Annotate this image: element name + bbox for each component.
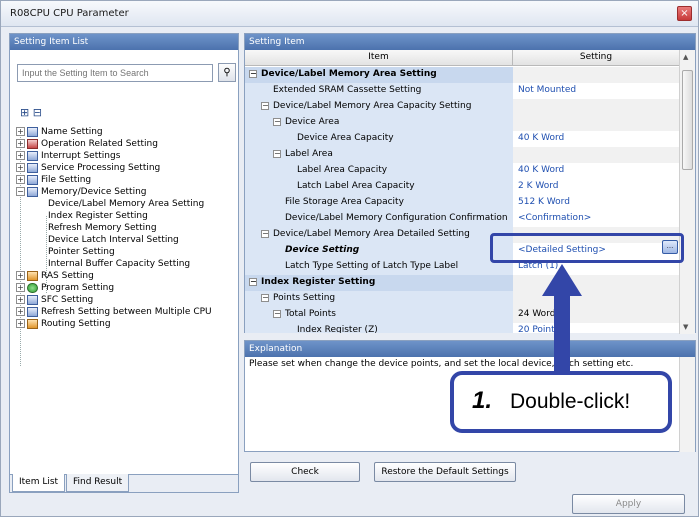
scroll-thumb[interactable] [682, 70, 693, 170]
expand-icon[interactable]: + [16, 139, 25, 148]
tree-item-pointer[interactable]: Pointer Setting [48, 246, 115, 258]
collapse-icon[interactable]: − [261, 293, 269, 302]
browse-icon[interactable]: ... [662, 240, 678, 254]
expand-icon[interactable]: + [16, 271, 25, 280]
table-row[interactable]: Label Area Capacity 40 K Word [245, 163, 679, 179]
tree-item-routing[interactable]: + Routing Setting [16, 318, 111, 330]
table-row[interactable]: Index Register (Z) 20 Points [245, 323, 679, 333]
tree-item-refresh-multiple-cpu[interactable]: + Refresh Setting between Multiple CPU [16, 306, 212, 318]
expand-icon[interactable]: + [16, 163, 25, 172]
table-row[interactable]: − Device Area [245, 115, 679, 131]
binoculars-icon[interactable]: ⚲ [218, 63, 236, 82]
sfc-icon [27, 294, 38, 305]
instruction-callout: 1. Double-click! [450, 371, 672, 433]
setting-item-list-panel: Setting Item List ⚲ ⊞ ⊟ +Name Setting +O… [9, 33, 239, 493]
close-button[interactable]: × [677, 6, 692, 21]
explanation-header: Explanation [245, 341, 695, 357]
expand-icon[interactable]: + [16, 283, 25, 292]
expand-tree-icon[interactable]: ⊞ [20, 106, 29, 119]
collapse-icon[interactable]: − [261, 101, 269, 110]
tree-item-refresh-memory[interactable]: Refresh Memory Setting [48, 222, 157, 234]
title-bar: R08CPU CPU Parameter × [1, 1, 698, 27]
window-title: R08CPU CPU Parameter [10, 8, 129, 19]
expand-icon[interactable]: + [16, 319, 25, 328]
table-row[interactable]: Device/Label Memory Configuration Confir… [245, 211, 679, 227]
service-icon [27, 162, 38, 173]
scroll-up-icon[interactable]: ▲ [683, 53, 688, 61]
interrupt-icon [27, 150, 38, 161]
grid-header: Item Setting [245, 50, 679, 66]
tree-item-operation-related[interactable]: + Operation Related Setting [16, 138, 158, 150]
collapse-tree-icon[interactable]: ⊟ [33, 106, 42, 119]
program-icon [27, 282, 38, 293]
table-row[interactable]: Device Area Capacity 40 K Word [245, 131, 679, 147]
expand-icon[interactable]: + [16, 295, 25, 304]
restore-default-button[interactable]: Restore the Default Settings [374, 462, 516, 482]
tree-item-service-processing[interactable]: + Service Processing Setting [16, 162, 160, 174]
operation-icon [27, 138, 38, 149]
settings-grid: − Device/Label Memory Area Setting Extend… [245, 67, 679, 333]
table-row[interactable]: − Total Points 24 Word [245, 307, 679, 323]
collapse-icon[interactable]: − [249, 69, 257, 78]
memory-icon [27, 186, 38, 197]
tree-item-interrupt[interactable]: + Interrupt Settings [16, 150, 120, 162]
collapse-icon[interactable]: − [249, 277, 257, 286]
ras-icon [27, 270, 38, 281]
expand-icon[interactable]: + [16, 175, 25, 184]
tree-toolbar: ⊞ ⊟ [20, 106, 42, 119]
tree-item-internal-buffer[interactable]: Internal Buffer Capacity Setting [48, 258, 190, 270]
table-row[interactable]: − Device/Label Memory Area Setting [245, 67, 679, 83]
name-setting-icon [27, 126, 38, 137]
search-input[interactable] [17, 64, 213, 82]
detailed-setting-highlight [490, 233, 684, 263]
check-button[interactable]: Check [250, 462, 360, 482]
table-row[interactable]: Latch Label Area Capacity 2 K Word [245, 179, 679, 195]
table-row[interactable]: − Points Setting [245, 291, 679, 307]
tab-find-result[interactable]: Find Result [66, 474, 130, 492]
collapse-icon[interactable]: − [16, 187, 25, 196]
tree-item-memory-device[interactable]: − Memory/Device Setting [16, 186, 147, 198]
collapse-icon[interactable]: − [273, 117, 281, 126]
grid-scrollbar[interactable]: ▲ ▼ [679, 50, 695, 334]
table-row[interactable]: − Index Register Setting [245, 275, 679, 291]
tree-item-sfc[interactable]: + SFC Setting [16, 294, 93, 306]
tab-item-list[interactable]: Item List [12, 474, 66, 492]
collapse-icon[interactable]: − [273, 309, 281, 318]
setting-item-list-header: Setting Item List [10, 34, 238, 50]
tree-item-name-setting[interactable]: + Name Setting [16, 126, 103, 138]
arrow-up-icon [542, 264, 582, 372]
scroll-down-icon[interactable]: ▼ [683, 323, 688, 331]
multiple-cpu-icon [27, 306, 38, 317]
setting-item-panel: Setting Item Item Setting − Device/Label … [244, 33, 696, 334]
table-row[interactable]: − Label Area [245, 147, 679, 163]
table-row[interactable]: Extended SRAM Cassette Setting Not Mount… [245, 83, 679, 99]
tree-item-ras[interactable]: + RAS Setting [16, 270, 94, 282]
expand-icon[interactable]: + [16, 151, 25, 160]
tree-item-device-label-memory-area[interactable]: Device/Label Memory Area Setting [48, 198, 205, 210]
bottom-tab-bar: Item List Find Result [10, 474, 238, 492]
collapse-icon[interactable]: − [273, 149, 281, 158]
expand-icon[interactable]: + [16, 127, 25, 136]
apply-button[interactable]: Apply [572, 494, 685, 514]
column-header-setting: Setting [579, 52, 613, 62]
table-row[interactable]: − Device/Label Memory Area Capacity Setti… [245, 99, 679, 115]
file-icon [27, 174, 38, 185]
routing-icon [27, 318, 38, 329]
table-row[interactable]: File Storage Area Capacity 512 K Word [245, 195, 679, 211]
expand-icon[interactable]: + [16, 307, 25, 316]
callout-step-number: 1. [472, 387, 493, 414]
callout-label: Double-click! [510, 390, 631, 413]
tree-item-device-latch-interval[interactable]: Device Latch Interval Setting [48, 234, 179, 246]
tree-item-program[interactable]: + Program Setting [16, 282, 114, 294]
setting-item-header: Setting Item [245, 34, 695, 50]
tree-item-file-setting[interactable]: + File Setting [16, 174, 91, 186]
tree-item-index-register[interactable]: Index Register Setting [48, 210, 148, 222]
explanation-scrollbar[interactable] [679, 357, 695, 452]
column-header-item: Item [245, 50, 513, 66]
setting-tree: + Name Setting + Operation Related Setting… [14, 126, 238, 466]
collapse-icon[interactable]: − [261, 229, 269, 238]
